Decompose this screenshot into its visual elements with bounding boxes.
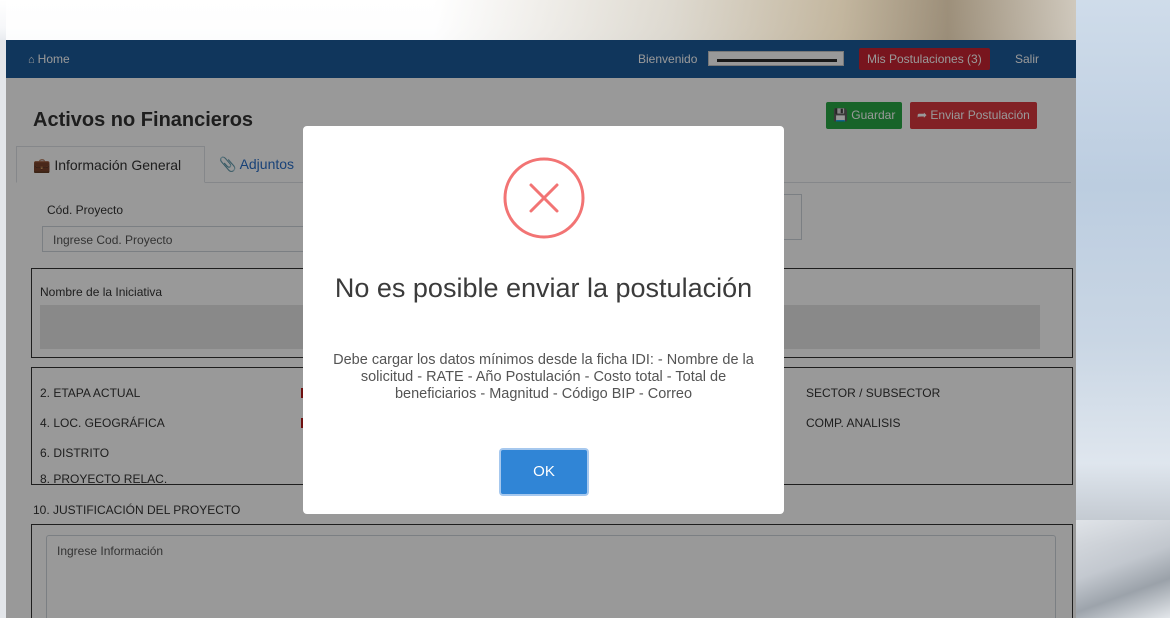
background-landscape-strip — [6, 0, 1076, 40]
error-x-icon — [503, 157, 585, 239]
dialog-message: Debe cargar los datos mínimos desde la f… — [333, 352, 754, 402]
background-mountain — [1076, 520, 1170, 618]
dialog-title: No es posible enviar la postulación — [334, 273, 753, 303]
ok-button[interactable]: OK — [499, 448, 589, 496]
error-dialog: No es posible enviar la postulación Debe… — [303, 126, 784, 514]
